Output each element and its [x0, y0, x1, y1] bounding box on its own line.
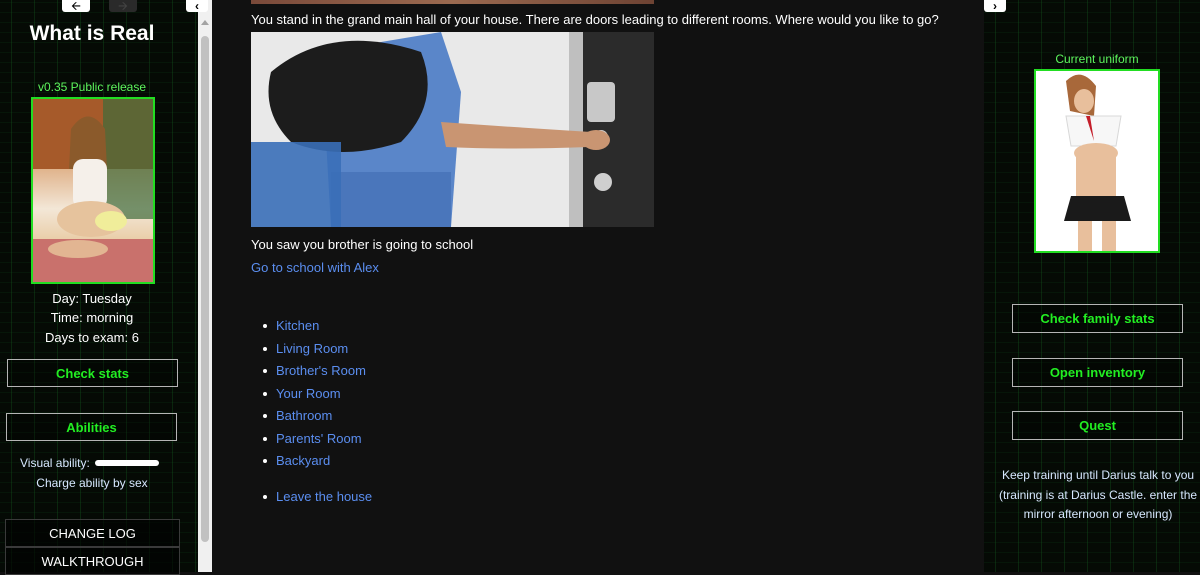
event-text: You saw you brother is going to school: [251, 237, 474, 252]
day-label: Day: Tuesday: [52, 291, 132, 306]
room-link-your-room[interactable]: Your Room: [276, 386, 341, 401]
time-label: Time: morning: [50, 310, 134, 325]
walkthrough-button[interactable]: WALKTHROUGH: [5, 547, 180, 575]
open-inventory-button[interactable]: Open inventory: [1012, 358, 1183, 387]
list-item: Your Room: [263, 386, 366, 409]
room-link-brothers-room[interactable]: Brother's Room: [276, 363, 366, 378]
room-link-living-room[interactable]: Living Room: [276, 341, 348, 356]
room-link-bathroom[interactable]: Bathroom: [276, 408, 332, 423]
rooms-list: Kitchen Living Room Brother's Room Your …: [263, 318, 366, 476]
arrow-left-icon: 🡨: [71, 0, 81, 13]
visual-ability-label: Visual ability:: [20, 456, 90, 470]
arrow-right-icon: 🡪: [118, 0, 128, 13]
player-portrait: [31, 97, 155, 284]
chevron-right-icon: ›: [993, 0, 997, 13]
go-to-school-link[interactable]: Go to school with Alex: [251, 260, 379, 275]
forward-button[interactable]: 🡪: [109, 0, 137, 12]
leave-house-link[interactable]: Leave the house: [276, 489, 372, 504]
uniform-image: [1034, 69, 1160, 253]
list-item: Kitchen: [263, 318, 366, 341]
abilities-button[interactable]: Abilities: [6, 413, 177, 441]
main-content: You stand in the grand main hall of your…: [212, 0, 984, 572]
version-label: v0.35 Public release: [37, 80, 147, 94]
room-link-backyard[interactable]: Backyard: [276, 453, 330, 468]
back-button[interactable]: 🡨: [62, 0, 90, 12]
location-narration: You stand in the grand main hall of your…: [251, 12, 939, 27]
chevron-left-icon: ‹: [195, 0, 199, 13]
exam-countdown: Days to exam: 6: [45, 330, 139, 345]
collapse-left-button[interactable]: ‹: [186, 0, 208, 12]
scrollbar-thumb[interactable]: [201, 36, 209, 542]
right-sidebar: › Current uniform Check family stats Ope…: [984, 0, 1200, 572]
room-link-parents-room[interactable]: Parents' Room: [276, 431, 362, 446]
quest-button[interactable]: Quest: [1012, 411, 1183, 440]
room-link-kitchen[interactable]: Kitchen: [276, 318, 319, 333]
exit-list: Leave the house: [262, 489, 372, 504]
scene-image: [251, 32, 654, 227]
collapse-right-button[interactable]: ›: [984, 0, 1006, 12]
previous-image-edge: [251, 0, 654, 4]
list-item: Leave the house: [262, 489, 372, 504]
check-family-stats-button[interactable]: Check family stats: [1012, 304, 1183, 333]
story-title: What is Real: [29, 22, 155, 45]
change-log-button[interactable]: CHANGE LOG: [5, 519, 180, 547]
left-scrollbar[interactable]: ‹: [186, 0, 212, 572]
list-item: Bathroom: [263, 408, 366, 431]
charge-ability-text: Charge ability by sex: [36, 476, 148, 490]
list-item: Brother's Room: [263, 363, 366, 386]
uniform-label: Current uniform: [1055, 52, 1139, 66]
quest-description: Keep training until Darius talk to you (…: [998, 468, 1198, 521]
scroll-up-icon[interactable]: [201, 20, 209, 25]
list-item: Backyard: [263, 453, 366, 476]
visual-ability-bar: [94, 460, 159, 466]
visual-ability-row: Visual ability:: [20, 456, 159, 470]
check-stats-button[interactable]: Check stats: [7, 359, 178, 387]
list-item: Living Room: [263, 341, 366, 364]
list-item: Parents' Room: [263, 431, 366, 454]
left-sidebar: 🡨 🡪 What is Real v0.35 Public release Da…: [0, 0, 198, 575]
